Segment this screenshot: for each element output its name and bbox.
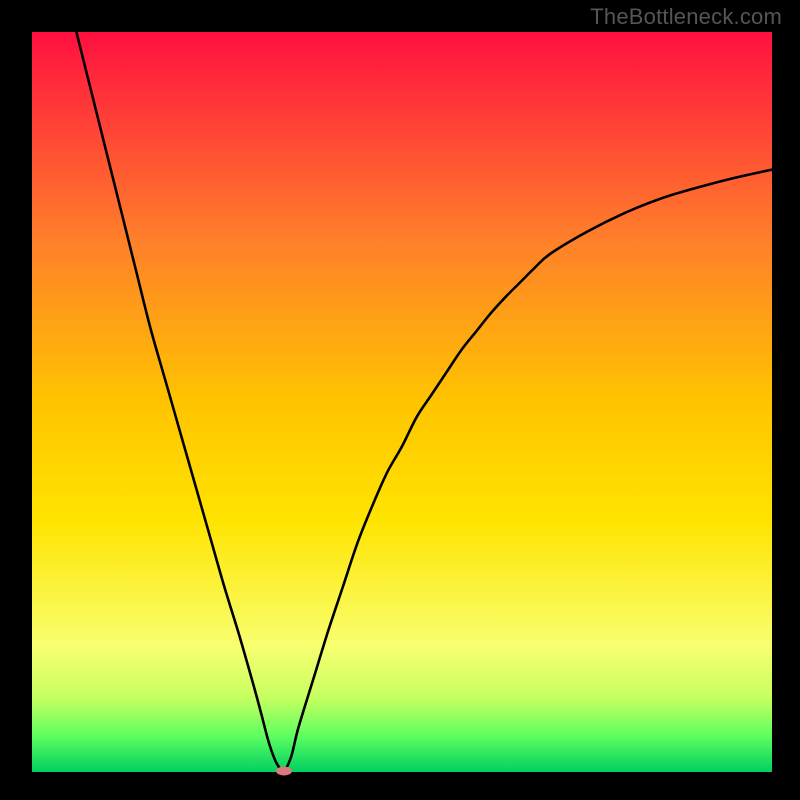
bottleneck-curve	[32, 32, 772, 772]
chart-stage: TheBottleneck.com	[0, 0, 800, 800]
plot-area	[32, 32, 772, 772]
optimal-point-marker	[276, 766, 292, 775]
watermark-text: TheBottleneck.com	[590, 4, 782, 30]
